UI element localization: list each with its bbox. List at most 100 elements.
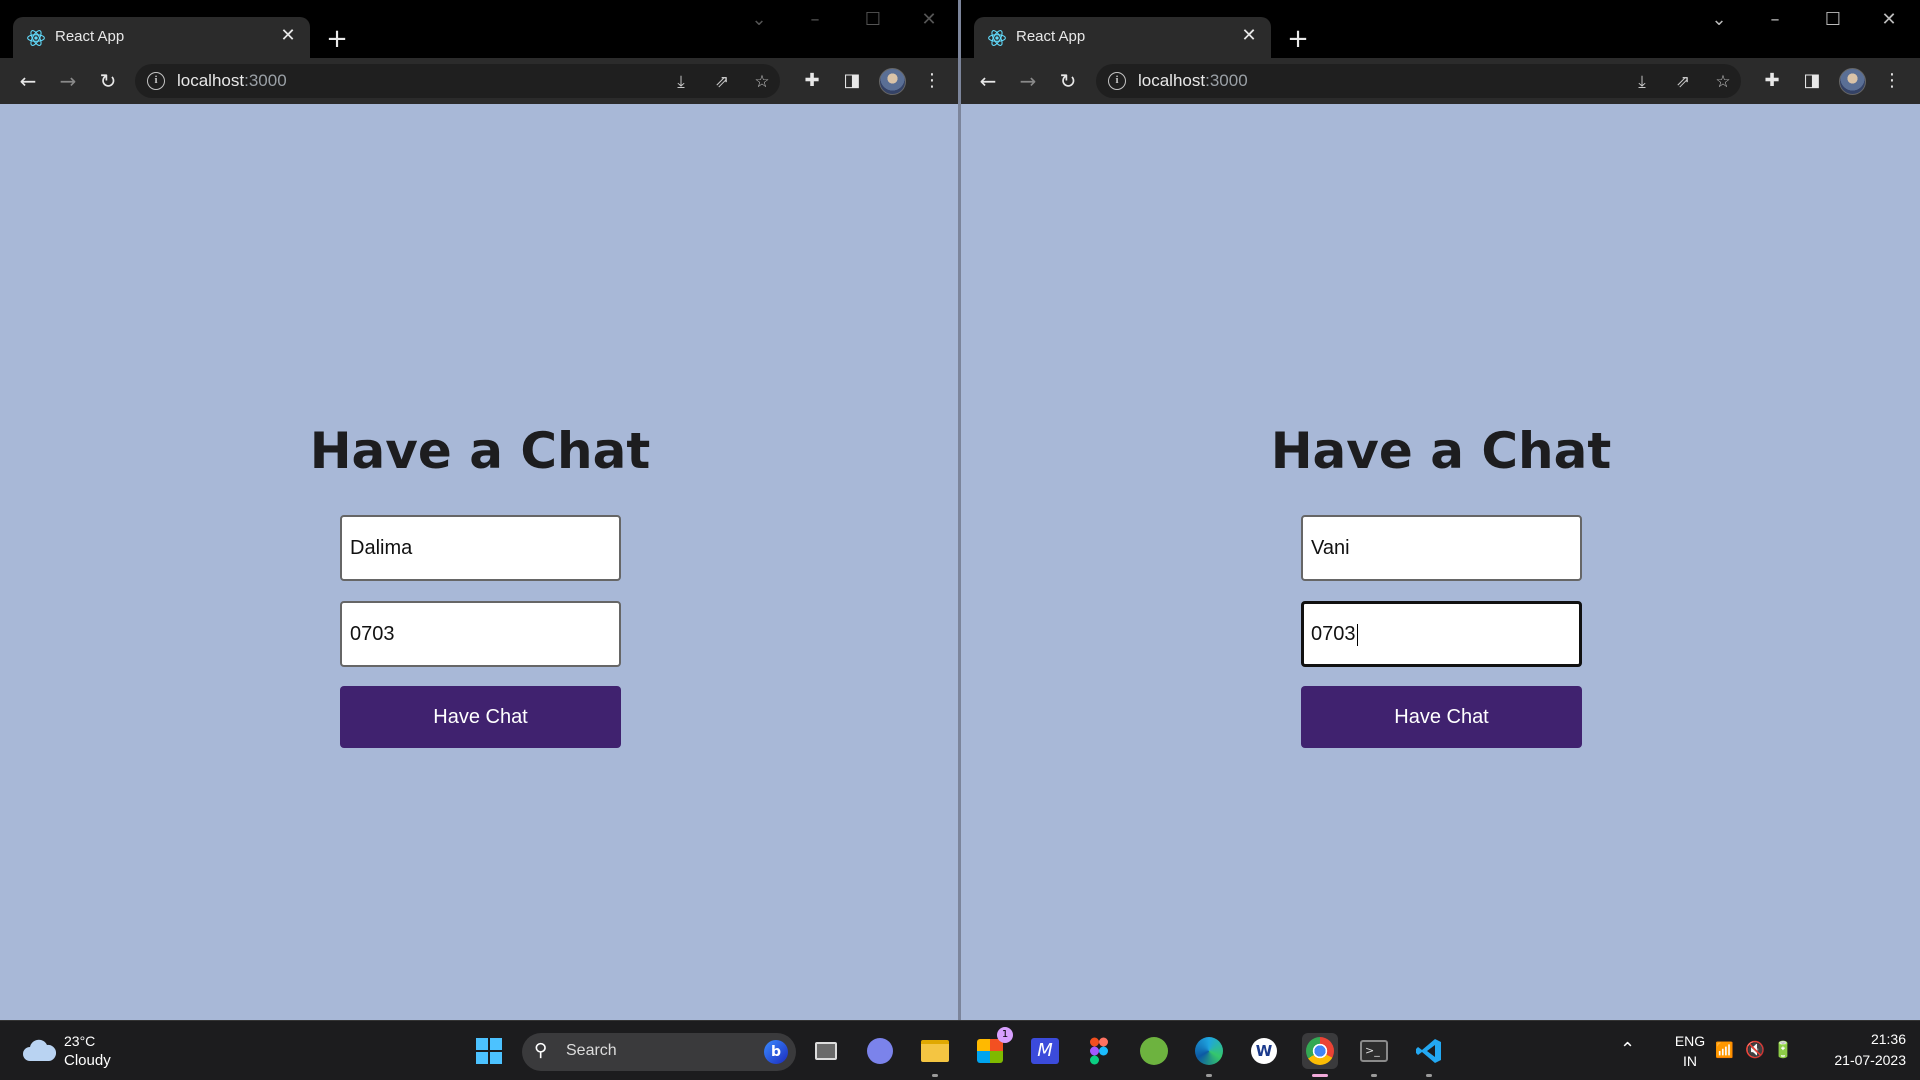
start-button[interactable]	[471, 1033, 507, 1069]
install-app-icon[interactable]: ⤓	[1631, 71, 1653, 93]
search-icon: ⚲	[534, 1040, 548, 1061]
chrome-button[interactable]	[1302, 1033, 1338, 1077]
back-icon[interactable]: ←	[973, 66, 1003, 96]
browser-toolbar: ← → ↻ i localhost:3000 ⤓ ⇗ ☆ ✚ ◨ ⋮	[0, 58, 960, 104]
minimize-icon[interactable]: –	[1752, 6, 1798, 34]
extensions-icon[interactable]: ✚	[797, 66, 827, 96]
reload-icon[interactable]: ↻	[93, 66, 123, 96]
language-code: ENG	[1674, 1033, 1706, 1049]
tab-search-icon[interactable]: ⌄	[1696, 6, 1742, 34]
page-content: Have a Chat Dalima 0703 Have Chat	[0, 104, 960, 1020]
profile-avatar[interactable]	[1839, 68, 1866, 95]
window-close-icon[interactable]: ✕	[1866, 6, 1912, 34]
microsoft-store-button[interactable]: 1	[972, 1027, 1013, 1069]
have-chat-button[interactable]: Have Chat	[340, 686, 621, 748]
running-indicator	[1426, 1074, 1432, 1077]
taskbar-search[interactable]: ⚲ Search b	[522, 1033, 796, 1071]
profile-avatar[interactable]	[879, 68, 906, 95]
side-panel-icon[interactable]: ◨	[1797, 66, 1827, 96]
minimize-icon[interactable]: –	[792, 6, 838, 34]
username-input[interactable]: Vani	[1301, 515, 1582, 581]
share-icon[interactable]: ⇗	[1672, 71, 1694, 93]
username-input[interactable]: Dalima	[340, 515, 621, 581]
bookmark-star-icon[interactable]: ☆	[751, 71, 773, 93]
clock-date: 21-07-2023	[1834, 1052, 1906, 1068]
show-hidden-icons-chevron-icon[interactable]: ⌃	[1620, 1039, 1635, 1060]
react-icon	[988, 30, 1006, 46]
react-icon	[27, 30, 45, 46]
region-code: IN	[1683, 1053, 1697, 1069]
volume-muted-icon[interactable]: 🔇	[1745, 1040, 1765, 1059]
menu-kebab-icon[interactable]: ⋮	[1877, 66, 1907, 96]
bing-icon[interactable]: b	[764, 1040, 788, 1064]
back-icon[interactable]: ←	[13, 66, 43, 96]
maximize-icon[interactable]: ☐	[1810, 6, 1856, 34]
clock[interactable]: 21:36 21-07-2023	[1810, 1021, 1906, 1080]
extensions-icon[interactable]: ✚	[1757, 66, 1787, 96]
site-info-icon[interactable]: i	[1108, 72, 1126, 90]
language-indicator[interactable]: ENG IN	[1665, 1021, 1715, 1080]
page-title: Have a Chat	[309, 422, 651, 480]
windows-logo-icon	[476, 1038, 502, 1064]
edge-icon	[1195, 1037, 1223, 1065]
running-indicator	[932, 1074, 938, 1077]
browser-window-left: React App ✕ + ⌄ – ☐ ✕ ← → ↻ i localhost:…	[0, 0, 960, 1020]
tab-react-app[interactable]: React App ✕	[13, 17, 310, 58]
new-tab-icon[interactable]: +	[1283, 24, 1313, 54]
url-text: localhost:3000	[177, 71, 287, 90]
bookmark-star-icon[interactable]: ☆	[1712, 71, 1734, 93]
install-app-icon[interactable]: ⤓	[670, 71, 692, 93]
menu-kebab-icon[interactable]: ⋮	[917, 66, 947, 96]
tab-strip: React App ✕ + ⌄ – ☐ ✕	[0, 0, 960, 58]
room-id-value: 0703	[1311, 623, 1356, 645]
share-icon[interactable]: ⇗	[711, 71, 733, 93]
new-tab-icon[interactable]: +	[322, 24, 352, 54]
vscode-button[interactable]	[1411, 1033, 1447, 1077]
wifi-icon[interactable]: 📶	[1715, 1041, 1734, 1059]
address-bar[interactable]: i localhost:3000 ⤓ ⇗ ☆	[1096, 64, 1741, 98]
figma-icon	[1090, 1037, 1108, 1065]
chat-camera-icon	[867, 1038, 893, 1064]
tab-search-icon[interactable]: ⌄	[736, 6, 782, 34]
side-panel-icon[interactable]: ◨	[837, 66, 867, 96]
forward-icon[interactable]: →	[53, 66, 83, 96]
task-view-button[interactable]	[808, 1033, 844, 1069]
teams-chat-button[interactable]	[862, 1033, 898, 1069]
window-close-icon[interactable]: ✕	[906, 6, 952, 34]
battery-icon[interactable]: 🔋	[1773, 1040, 1793, 1059]
spring-leaf-icon	[1140, 1037, 1168, 1065]
vscode-icon	[1416, 1039, 1441, 1063]
figma-button[interactable]	[1081, 1033, 1117, 1069]
weather-widget[interactable]: 23°C Cloudy	[22, 1031, 162, 1071]
tab-close-icon[interactable]: ✕	[278, 26, 298, 46]
browser-toolbar: ← → ↻ i localhost:3000 ⤓ ⇗ ☆ ✚ ◨ ⋮	[961, 58, 1920, 104]
room-id-input[interactable]: 0703	[340, 601, 621, 667]
have-chat-button[interactable]: Have Chat	[1301, 686, 1582, 748]
weather-condition: Cloudy	[64, 1052, 111, 1069]
taskbar: 23°C Cloudy ⚲ Search b 1 M W >_ ⌃ ENG IN…	[0, 1020, 1920, 1080]
room-id-input[interactable]: 0703	[1301, 601, 1582, 667]
page-title: Have a Chat	[1270, 422, 1612, 480]
folder-icon	[921, 1040, 949, 1062]
running-indicator	[1312, 1074, 1328, 1077]
search-label: Search	[566, 1042, 617, 1059]
reload-icon[interactable]: ↻	[1053, 66, 1083, 96]
page-content: Have a Chat Vani 0703 Have Chat	[961, 104, 1920, 1020]
edge-button[interactable]	[1191, 1033, 1227, 1077]
spring-tools-button[interactable]	[1136, 1033, 1172, 1069]
terminal-button[interactable]: >_	[1356, 1033, 1392, 1077]
tab-close-icon[interactable]: ✕	[1239, 26, 1259, 46]
maximize-icon[interactable]: ☐	[850, 6, 896, 34]
tab-react-app[interactable]: React App ✕	[974, 17, 1271, 58]
address-bar[interactable]: i localhost:3000 ⤓ ⇗ ☆	[135, 64, 780, 98]
file-explorer-button[interactable]	[917, 1033, 953, 1077]
app-button-1[interactable]: M	[1027, 1033, 1063, 1069]
clock-time: 21:36	[1870, 1031, 1906, 1047]
site-info-icon[interactable]: i	[147, 72, 165, 90]
word-app-button[interactable]: W	[1246, 1033, 1282, 1069]
forward-icon[interactable]: →	[1013, 66, 1043, 96]
tab-title: React App	[1016, 28, 1086, 45]
app-logo-icon: M	[1031, 1038, 1059, 1064]
running-indicator	[1206, 1074, 1212, 1077]
url-text: localhost:3000	[1138, 71, 1248, 90]
